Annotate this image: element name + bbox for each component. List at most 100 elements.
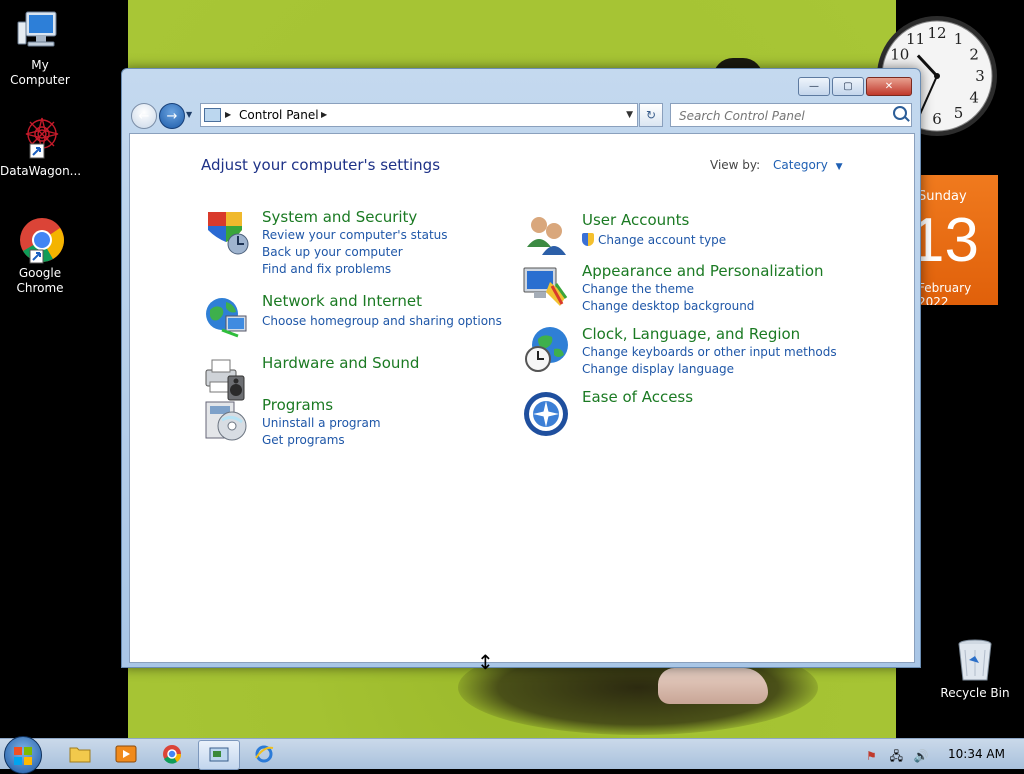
forward-arrow-icon: → [166, 108, 178, 124]
link-text: Change account type [598, 233, 727, 247]
clock-numeral: 10 [890, 46, 909, 64]
desktop-icon-label: My Computer [10, 58, 70, 87]
link-change-theme[interactable]: Change the theme [582, 282, 694, 296]
shield-computer-icon [202, 208, 250, 256]
category-title-link[interactable]: Hardware and Sound [262, 354, 419, 372]
uac-shield-icon [582, 233, 594, 246]
desktop-icon-label: DataWagon... [0, 164, 82, 178]
view-by-selector: View by: Category ▼ [710, 158, 843, 172]
link-find-fix[interactable]: Find and fix problems [262, 262, 391, 276]
view-by-label: View by: [710, 158, 761, 172]
category-title-link[interactable]: Network and Internet [262, 292, 422, 310]
navigation-bar: ← → ▼ ▶ Control Panel ▶ ▼ ↻ [129, 101, 913, 131]
clock-numeral: 4 [969, 89, 979, 107]
taskbar-chrome-button[interactable] [152, 740, 192, 768]
link-change-background[interactable]: Change desktop background [582, 299, 754, 313]
flag-icon[interactable]: ⚑ [866, 749, 877, 763]
ease-of-access-icon [522, 388, 570, 436]
clock-numeral: 2 [969, 46, 979, 64]
refresh-icon: ↻ [645, 108, 657, 122]
start-button[interactable] [4, 736, 42, 774]
link-change-account-type[interactable]: Change account type [582, 233, 726, 247]
desktop-icon-label: Google [18, 266, 62, 280]
category-title-link[interactable]: Programs [262, 396, 333, 414]
link-back-up[interactable]: Back up your computer [262, 245, 403, 259]
folder-icon [69, 747, 91, 763]
maximize-button[interactable]: ▢ [832, 77, 864, 96]
minimize-button[interactable]: — [798, 77, 830, 96]
link-homegroup[interactable]: Choose homegroup and sharing options [262, 314, 502, 328]
category-title-link[interactable]: Ease of Access [582, 388, 693, 406]
breadcrumb-control-panel[interactable]: Control Panel [239, 104, 319, 126]
desktop-icon-label: Recycle Bin [940, 686, 1010, 700]
address-bar[interactable]: ▶ Control Panel ▶ ▼ [200, 103, 638, 127]
recent-pages-dropdown-icon[interactable]: ▼ [186, 110, 192, 119]
search-input[interactable] [677, 105, 891, 127]
taskbar-media-player-button[interactable] [106, 740, 146, 768]
link-change-keyboards[interactable]: Change keyboards or other input methods [582, 345, 837, 359]
breadcrumb-separator-icon[interactable]: ▶ [225, 104, 231, 126]
internet-explorer-icon [255, 745, 274, 763]
clock-numeral: 12 [927, 24, 946, 42]
network-icon[interactable]: 🖧 [890, 749, 903, 763]
control-panel-icon [209, 747, 229, 762]
category-title-link[interactable]: Clock, Language, and Region [582, 325, 800, 343]
calendar-month: February 2022 [918, 281, 972, 305]
refresh-button[interactable]: ↻ [639, 103, 663, 127]
chrome-icon [16, 216, 64, 264]
desktop-icon-datawagon[interactable]: DataWagon... [0, 114, 82, 179]
desktop-icon-my-computer[interactable]: My Computer [0, 8, 80, 88]
desktop-icon-google-chrome[interactable]: Google Chrome [0, 216, 80, 296]
clock-numeral: 6 [932, 110, 942, 128]
link-uninstall-program[interactable]: Uninstall a program [262, 416, 381, 430]
printer-speaker-icon [202, 354, 250, 402]
users-icon [522, 211, 570, 259]
control-panel-icon [204, 108, 221, 122]
computer-icon [16, 8, 64, 56]
windows-logo-icon [14, 747, 22, 755]
control-panel-window[interactable]: — ▢ ✕ ← → ▼ ▶ Control Panel ▶ ▼ ↻ Adjust… [121, 68, 921, 668]
calendar-gadget[interactable]: Sunday 13 February 2022 [918, 175, 998, 305]
search-box[interactable] [670, 103, 912, 127]
category-title-link[interactable]: Appearance and Personalization [582, 262, 824, 280]
volume-icon[interactable]: 🔊 [914, 749, 929, 763]
recycle-bin-icon [951, 636, 999, 684]
link-change-display-language[interactable]: Change display language [582, 362, 734, 376]
clock-numeral: 5 [954, 104, 964, 122]
system-tray: ⚑ 🖧 🔊 [866, 747, 929, 768]
desktop-icon-label: Chrome [16, 281, 64, 295]
datawagon-icon [16, 114, 64, 162]
link-review-status[interactable]: Review your computer's status [262, 228, 448, 242]
window-controls: — ▢ ✕ [796, 77, 912, 96]
taskbar-clock[interactable]: 10:34 AM [948, 747, 1005, 761]
globe-clock-icon [522, 325, 570, 373]
close-button[interactable]: ✕ [866, 77, 912, 96]
resize-cursor-icon: ↕ [477, 650, 494, 674]
chevron-down-icon[interactable]: ▼ [836, 162, 843, 172]
taskbar-control-panel-button[interactable] [198, 740, 240, 770]
address-dropdown-icon[interactable]: ▼ [626, 104, 633, 126]
breadcrumb-separator-icon[interactable]: ▶ [321, 104, 327, 126]
link-get-programs[interactable]: Get programs [262, 433, 345, 447]
clock-numeral: 3 [975, 67, 985, 85]
clock-numeral: 1 [954, 30, 964, 48]
media-player-icon [115, 745, 137, 763]
view-by-value[interactable]: Category [773, 158, 828, 172]
taskbar-ie-button[interactable] [244, 740, 284, 768]
forward-button[interactable]: → [159, 103, 185, 129]
programs-disc-icon [202, 396, 250, 444]
category-title-link[interactable]: User Accounts [582, 211, 689, 229]
network-globe-icon [202, 292, 250, 340]
clock-numeral: 11 [906, 30, 925, 48]
calendar-date: 13 [918, 206, 979, 275]
desktop-icon-recycle-bin[interactable]: Recycle Bin [935, 636, 1015, 701]
calendar-day: Sunday [918, 189, 967, 204]
category-title-link[interactable]: System and Security [262, 208, 417, 226]
back-arrow-icon: ← [138, 108, 150, 124]
control-panel-content: Adjust your computer's settings View by:… [129, 133, 915, 663]
back-button[interactable]: ← [131, 103, 157, 129]
taskbar-explorer-button[interactable] [60, 740, 100, 768]
search-icon[interactable] [893, 106, 907, 120]
monitor-palette-icon [522, 262, 570, 310]
chrome-icon [163, 745, 182, 764]
